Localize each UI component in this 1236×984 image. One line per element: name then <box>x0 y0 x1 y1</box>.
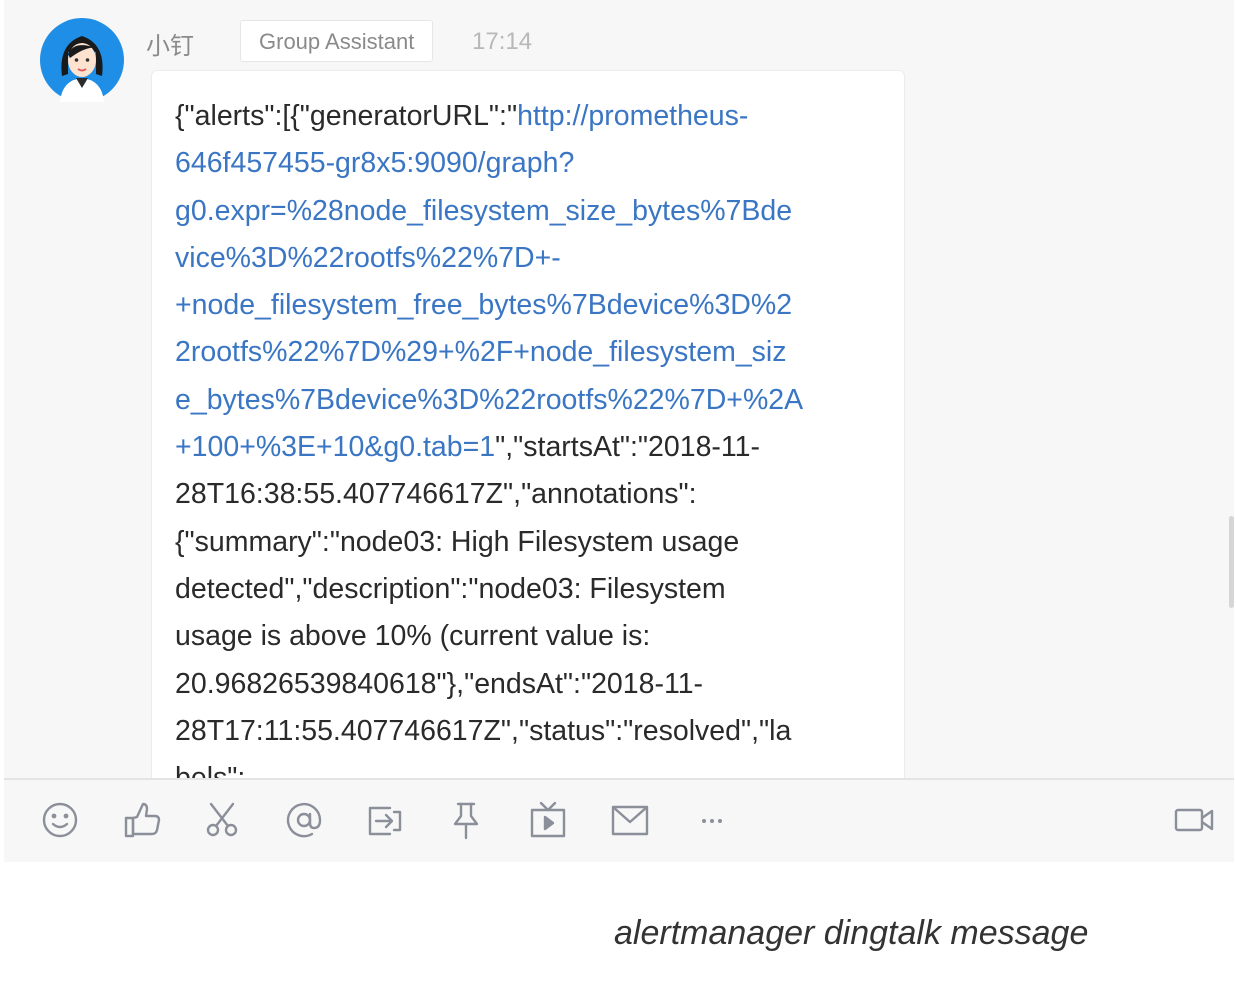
message-text: detected","description":"node03: Filesys… <box>175 572 726 605</box>
scrollbar[interactable] <box>1229 516 1234 608</box>
message-line: usage is above 10% (current value is: <box>175 613 882 660</box>
message-text: ","startsAt":"2018-11- <box>495 431 761 464</box>
message-time: 17:14 <box>472 28 533 55</box>
sender-name[interactable]: 小钉 <box>146 26 194 61</box>
mail-icon[interactable] <box>610 800 650 840</box>
url-link[interactable]: vice%3D%22rootfs%22%7D+- <box>175 242 561 274</box>
message-line: g0.expr=%28node_filesystem_size_bytes%7B… <box>175 188 882 235</box>
video-call-icon[interactable] <box>1174 800 1214 840</box>
message-text: 28T16:38:55.407746617Z","annotations": <box>175 478 697 511</box>
url-link[interactable]: http://prometheus- <box>517 100 748 132</box>
url-link[interactable]: +100+%3E+10&g0.tab=1 <box>175 431 495 463</box>
url-link[interactable]: g0.expr=%28node_filesystem_size_bytes%7B… <box>175 195 792 227</box>
url-link[interactable]: +node_filesystem_free_bytes%7Bdevice%3D%… <box>175 289 792 321</box>
pin-icon[interactable] <box>446 800 486 840</box>
message-line: {"summary":"node03: High Filesystem usag… <box>175 519 882 566</box>
message-line: 646f457455-gr8x5:9090/graph? <box>175 140 882 187</box>
more-icon[interactable] <box>692 800 732 840</box>
smile-icon[interactable] <box>40 800 80 840</box>
thumbs-up-icon[interactable] <box>122 800 162 840</box>
message-body: {"alerts":[{"generatorURL":"http://prome… <box>175 93 882 778</box>
message-line: bels": <box>175 755 882 778</box>
message-text: usage is above 10% (current value is: <box>175 620 651 653</box>
url-link[interactable]: e_bytes%7Bdevice%3D%22rootfs%22%7D+%2A <box>175 384 803 416</box>
message-line: vice%3D%22rootfs%22%7D+- <box>175 235 882 282</box>
message-line: 2rootfs%22%7D%29+%2F+node_filesystem_siz <box>175 329 882 376</box>
message-line: +100+%3E+10&g0.tab=1","startsAt":"2018-1… <box>175 424 882 471</box>
message-toolbar <box>4 778 1234 862</box>
message-text: {"alerts":[{"generatorURL":" <box>175 100 518 132</box>
message-text: bels": <box>175 762 245 778</box>
message-text: {"summary":"node03: High Filesystem usag… <box>175 525 740 558</box>
message-text: 20.96826539840618"},"endsAt":"2018-11- <box>175 667 704 700</box>
forward-icon[interactable] <box>364 800 404 840</box>
message-line: e_bytes%7Bdevice%3D%22rootfs%22%7D+%2A <box>175 377 882 424</box>
avatar[interactable] <box>40 18 124 102</box>
at-icon[interactable] <box>284 800 324 840</box>
message-line: +node_filesystem_free_bytes%7Bdevice%3D%… <box>175 282 882 329</box>
message-text: 28T17:11:55.407746617Z","status":"resolv… <box>175 714 792 747</box>
message-line: 20.96826539840618"},"endsAt":"2018-11- <box>175 661 882 708</box>
message-bubble: {"alerts":[{"generatorURL":"http://prome… <box>151 70 905 778</box>
live-icon[interactable] <box>528 800 568 840</box>
scissors-icon[interactable] <box>202 800 242 840</box>
url-link[interactable]: 646f457455-gr8x5:9090/graph? <box>175 147 574 179</box>
message-line: {"alerts":[{"generatorURL":"http://prome… <box>175 93 882 140</box>
message-line: detected","description":"node03: Filesys… <box>175 566 882 613</box>
role-badge: Group Assistant <box>240 20 434 62</box>
url-link[interactable]: 2rootfs%22%7D%29+%2F+node_filesystem_siz <box>175 336 787 368</box>
figure-caption: alertmanager dingtalk message <box>614 914 1089 952</box>
message-line: 28T16:38:55.407746617Z","annotations": <box>175 471 882 518</box>
message-line: 28T17:11:55.407746617Z","status":"resolv… <box>175 708 882 755</box>
chat-panel: 小钉 Group Assistant 17:14 {"alerts":[{"ge… <box>4 0 1234 778</box>
